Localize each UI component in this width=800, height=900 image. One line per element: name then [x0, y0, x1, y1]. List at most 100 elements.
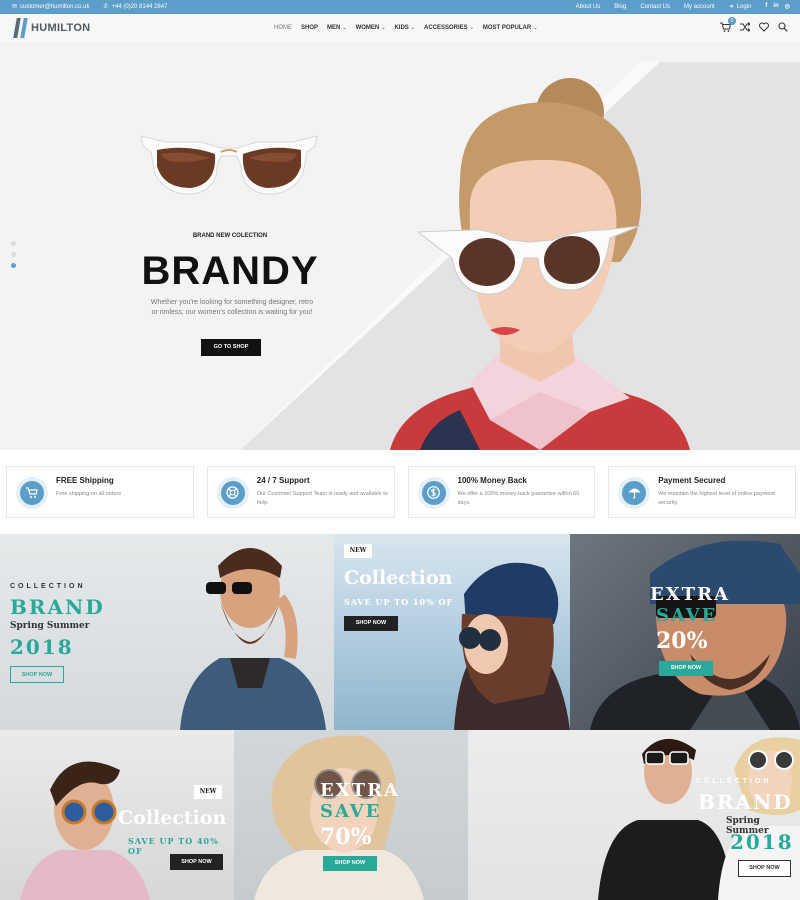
hero-description: Whether you're looking for something des…: [150, 299, 314, 316]
go-to-shop-button[interactable]: GO TO SHOP: [201, 339, 261, 356]
dollar-icon: [421, 481, 446, 505]
feature-title: 24 / 7 Support: [256, 476, 310, 485]
hero-title: BRANDY: [141, 249, 319, 293]
facebook-icon[interactable]: f: [765, 3, 767, 10]
site-header: HUMILTON HOME SHOP MEN ⌄ WOMEN ⌄ KIDS ⌄ ACC…: [0, 14, 800, 42]
feature-icon-circle: [618, 477, 651, 509]
instagram-icon[interactable]: ◎: [785, 3, 790, 10]
social-links: f in ◎: [765, 3, 790, 10]
link-blog[interactable]: Blog: [614, 4, 626, 10]
banner-percent: 20%: [656, 628, 708, 654]
lifebuoy-icon: [220, 481, 245, 505]
feature-description: Our Customer Support Team is ready and a…: [256, 491, 388, 506]
nav-most-popular-label: MOST POPULAR: [482, 25, 532, 31]
link-my-account[interactable]: My account: [684, 4, 715, 10]
banner-year: 2018: [730, 830, 794, 854]
top-bar: ✉ customer@humilton.co.uk ✆ +44 (0)20 8144…: [0, 0, 800, 14]
banner-title: BRAND: [698, 790, 793, 814]
feature-free-shipping: FREE Shipping Free shipping on all order…: [6, 466, 194, 518]
login-link[interactable]: ➜ Login: [729, 3, 752, 10]
chevron-down-icon: ⌄: [533, 25, 538, 31]
nav-most-popular[interactable]: MOST POPULAR ⌄: [483, 25, 538, 31]
header-icons: 0: [720, 17, 788, 35]
hero-model-image: [390, 78, 690, 450]
banner-year: 2018: [10, 635, 74, 659]
shop-now-button[interactable]: SHOP NOW: [170, 854, 223, 870]
chevron-down-icon: ⌄: [410, 25, 415, 31]
feature-icon-circle: [16, 477, 48, 509]
nav-women[interactable]: WOMEN ⌄: [356, 25, 386, 31]
nav-men-label: MEN: [327, 25, 341, 31]
banner-brand-couple[interactable]: COLLECTION BRAND Spring Summer 2018 SHOP…: [468, 730, 800, 900]
slider-dots: [11, 241, 16, 268]
slider-dot-1[interactable]: [11, 241, 16, 246]
nav-women-label: WOMEN: [355, 25, 380, 31]
linkedin-icon[interactable]: in: [773, 3, 778, 10]
slider-dot-2[interactable]: [11, 252, 16, 257]
features-bar: FREE Shipping Free shipping on all order…: [6, 466, 796, 518]
feature-support: 24 / 7 Support Our Customer Support Team…: [206, 466, 395, 518]
woman-beanie-image: [454, 562, 570, 730]
banner-subtitle: Spring Summer: [10, 621, 90, 631]
shop-now-button[interactable]: SHOP NOW: [738, 860, 791, 877]
cart-icon: [20, 481, 44, 505]
nav-accessories[interactable]: ACCESSORIES ⌄: [424, 25, 474, 31]
banner-collection-women[interactable]: NEW Collection SAVE UP TO 10% OF SHOP NO…: [334, 534, 570, 730]
shop-now-button[interactable]: SHOP NOW: [10, 666, 64, 683]
banner-kicker: COLLECTION: [10, 583, 86, 590]
email-contact[interactable]: ✉ customer@humilton.co.uk: [12, 3, 89, 10]
banner-line2: SAVE: [656, 605, 718, 626]
login-icon: ➜: [728, 4, 734, 10]
shuffle-icon[interactable]: [740, 22, 751, 35]
cart-icon[interactable]: 0: [720, 17, 736, 35]
feature-description: We maintain the highest level of online …: [658, 491, 775, 506]
banner-percent: 70%: [320, 824, 372, 850]
heart-icon[interactable]: [759, 22, 769, 35]
mail-icon: ✉: [12, 4, 18, 10]
link-about-us[interactable]: About Us: [576, 4, 601, 10]
shop-now-button[interactable]: SHOP NOW: [323, 856, 377, 871]
feature-icon-circle: [216, 477, 249, 509]
hero-kicker: BRAND NEW COLECTION: [192, 233, 268, 239]
new-badge: NEW: [194, 785, 222, 799]
logo[interactable]: HUMILTON: [13, 18, 90, 38]
main-nav: HOME SHOP MEN ⌄ WOMEN ⌄ KIDS ⌄ ACCESSORIES ⌄…: [274, 25, 537, 31]
feature-payment-secured: Payment Secured We maintain the highest …: [608, 466, 796, 518]
phone-text: +44 (0)20 8144 2847: [111, 4, 168, 10]
cart-count-badge: 0: [728, 17, 736, 25]
banner-line1: EXTRA: [320, 780, 401, 801]
banner-kicker: COLLECTION: [696, 778, 772, 785]
nav-kids[interactable]: KIDS ⌄: [394, 25, 415, 31]
banner-title: Collection: [118, 807, 227, 829]
phone-contact[interactable]: ✆ +44 (0)20 8144 2847: [103, 3, 167, 10]
feature-description: We offer a 100% money-back guarantee wit…: [457, 491, 580, 506]
slider-dot-3[interactable]: [11, 263, 16, 268]
nav-shop[interactable]: SHOP: [301, 25, 318, 31]
email-text: customer@humilton.co.uk: [20, 4, 90, 10]
shop-now-button[interactable]: SHOP NOW: [659, 661, 713, 676]
shop-now-button[interactable]: SHOP NOW: [344, 616, 398, 631]
link-contact-us[interactable]: Contact Us: [640, 4, 670, 10]
bearded-man-image: [180, 548, 326, 730]
nav-home[interactable]: HOME: [274, 25, 292, 31]
new-badge: NEW: [344, 544, 372, 558]
feature-icon-circle: [417, 477, 450, 509]
nav-men[interactable]: MEN ⌄: [327, 25, 347, 31]
search-icon[interactable]: [778, 22, 788, 35]
chevron-down-icon: ⌄: [342, 25, 347, 31]
nav-kids-label: KIDS: [394, 25, 409, 31]
login-text: Login: [736, 4, 752, 10]
nav-accessories-label: ACCESSORIES: [423, 25, 468, 31]
phone-icon: ✆: [103, 4, 109, 10]
banner-title: BRAND: [10, 595, 105, 619]
feature-title: FREE Shipping: [56, 476, 114, 485]
banner-extra-save-20[interactable]: EXTRA SAVE 20% SHOP NOW: [570, 534, 800, 730]
banner-subtitle: SAVE UP TO 40% OF: [128, 836, 219, 856]
umbrella-icon: [622, 481, 647, 505]
feature-description: Free shipping on all orders: [56, 491, 122, 497]
banner-line1: EXTRA: [650, 584, 731, 605]
banner-brand-men[interactable]: COLLECTION BRAND Spring Summer 2018 SHOP…: [0, 534, 334, 730]
banner-collection-men[interactable]: NEW Collection SAVE UP TO 40% OF SHOP NO…: [0, 730, 234, 900]
banner-extra-save-70[interactable]: EXTRA SAVE 70% SHOP NOW: [234, 730, 468, 900]
product-sunglasses-image: [140, 135, 318, 195]
